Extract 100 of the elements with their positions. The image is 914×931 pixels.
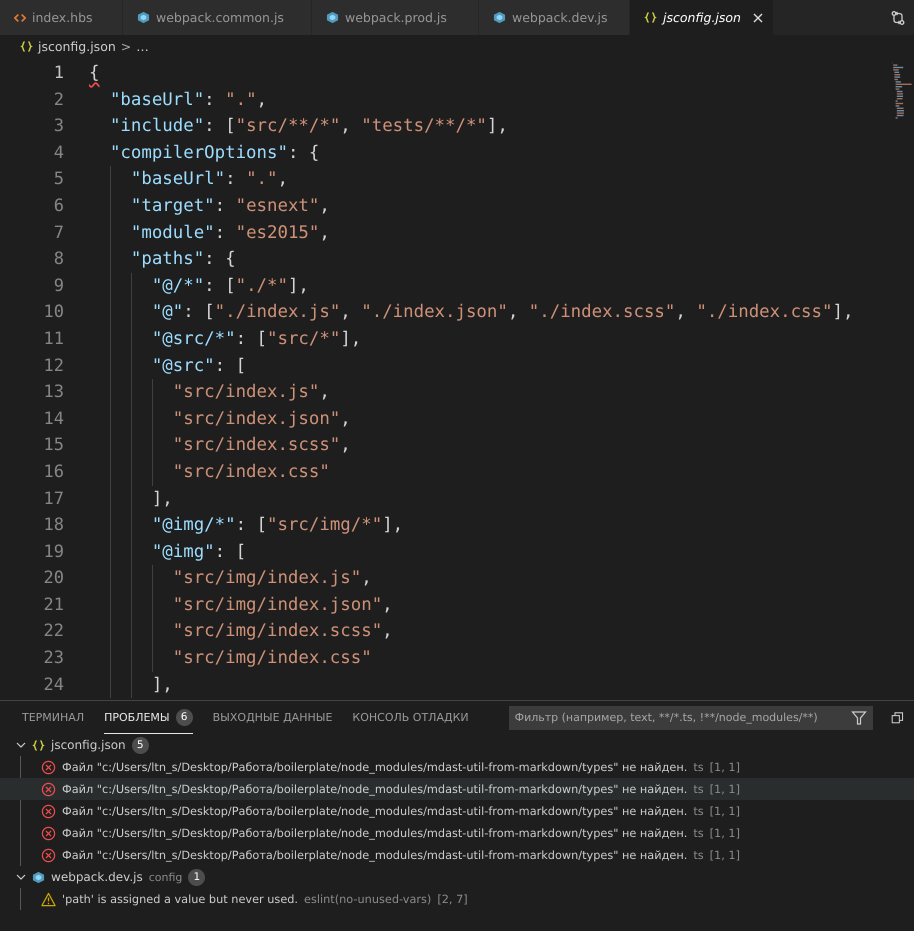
code-line: "src/index.scss", (172, 435, 351, 456)
code-line: "src/img/index.scss", (172, 621, 393, 642)
panel-tab[interactable]: ТЕРМИНАЛ (22, 701, 84, 734)
problem-row[interactable]: Файл "c:/Users/ltn_s/Desktop/Работа/boilerplate/node_modules/mdast-util-from-markdown/types" не найден. ts [1, 1] (21, 756, 914, 778)
line-number: 8 (52, 248, 64, 272)
line-number: 6 (52, 194, 64, 218)
code-line: "@": ["./index.js", "./index.json", "./index.scss", "./index.css"], (150, 302, 854, 322)
line-number: 14 (42, 408, 64, 431)
editor-tab[interactable]: jsconfig.json (630, 0, 774, 35)
code-line: "src/index.js", (172, 382, 330, 402)
editor-tab[interactable]: webpack.dev.js (479, 0, 630, 35)
line-number: 19 (42, 540, 64, 564)
problem-location: [1, 1] (710, 760, 740, 774)
line-number: 22 (42, 620, 64, 644)
line-number: 5 (52, 168, 64, 192)
line-number: 4 (52, 142, 64, 165)
cube-icon (493, 11, 506, 24)
code-line: "src/img/index.json", (172, 594, 393, 615)
problem-location: [1, 1] (710, 782, 740, 796)
problem-message: Файл "c:/Users/ltn_s/Desktop/Работа/boilerplate/node_modules/mdast-util-from-markdown/types" не найден. (62, 826, 688, 840)
problem-row[interactable]: Файл "c:/Users/ltn_s/Desktop/Работа/boilerplate/node_modules/mdast-util-from-markdown/types" не найден. ts [1, 1] (0, 778, 914, 800)
problem-location: [1, 1] (710, 826, 740, 840)
problem-message: Файл "c:/Users/ltn_s/Desktop/Работа/boilerplate/node_modules/mdast-util-from-markdown/types" не найден. (62, 804, 688, 818)
cube-icon (32, 870, 45, 884)
code-line: ], (150, 674, 173, 695)
code-line: { (89, 63, 100, 83)
error-icon (41, 782, 56, 796)
line-number: 9 (52, 274, 64, 298)
file-name[interactable]: webpack.dev.js (51, 870, 143, 884)
line-number: 10 (42, 301, 64, 324)
cube-icon (326, 11, 339, 24)
line-number: 24 (42, 674, 64, 697)
code-line: ], (150, 488, 173, 508)
editor-tab[interactable]: index.hbs (0, 0, 123, 35)
problem-location: [2, 7] (437, 892, 468, 906)
panel-tab[interactable]: ПРОБЛЕМЫ 6 (104, 701, 193, 734)
problem-source: eslint(no-unused-vars) (304, 892, 432, 906)
problem-location: [1, 1] (710, 804, 740, 818)
line-number: 11 (42, 328, 64, 351)
code-line: "baseUrl": ".", (108, 90, 268, 110)
line-number: 13 (42, 381, 64, 404)
breadcrumb-item[interactable]: jsconfig.json (38, 39, 116, 54)
line-number: 20 (42, 567, 64, 590)
problem-count: 1 (188, 868, 206, 886)
code-line: "src/index.css" (172, 462, 330, 482)
editor-tab[interactable]: webpack.common.js (123, 0, 312, 35)
code-line: "src/img/index.js", (172, 568, 372, 588)
line-number: 1 (52, 62, 64, 85)
code-brackets-icon (14, 12, 26, 24)
filter-icon[interactable] (851, 710, 868, 726)
breadcrumb-item[interactable]: … (136, 39, 149, 54)
code-line: "target": "esnext", (130, 196, 330, 216)
line-number: 21 (42, 594, 64, 617)
code-line: "baseUrl": ".", (130, 169, 288, 190)
chevron-icon[interactable] (16, 740, 26, 750)
chevron-icon[interactable] (16, 872, 26, 882)
breadcrumb-separator: > (120, 39, 132, 54)
code-line: "@/*": ["./*"], (150, 276, 309, 296)
code-line: "src/index.json", (172, 408, 351, 429)
file-name[interactable]: jsconfig.json (51, 738, 126, 752)
error-icon (41, 804, 56, 818)
cube-icon (137, 11, 150, 24)
line-number: 7 (52, 222, 64, 245)
line-number: 12 (42, 354, 64, 378)
error-icon (41, 826, 56, 840)
line-number: 2 (52, 88, 64, 112)
code-line: "@img/*": ["src/img/*"], (150, 515, 404, 536)
braces-icon (644, 11, 657, 24)
code-line: "include": ["src/**/*", "tests/**/*"], (108, 116, 508, 136)
line-number: 16 (42, 460, 64, 484)
code-line: "paths": { (130, 249, 236, 270)
problem-source: ts (693, 826, 704, 840)
braces-icon (20, 40, 33, 53)
problem-row[interactable]: Файл "c:/Users/ltn_s/Desktop/Работа/boilerplate/node_modules/mdast-util-from-markdown/types" не найден. ts [1, 1] (21, 800, 914, 822)
code-line: "src/img/index.css" (172, 648, 372, 668)
code-line: "@src/*": ["src/*"], (150, 328, 362, 349)
problem-message: 'path' is assigned a value but never used. (62, 892, 298, 906)
compare-changes-icon[interactable] (890, 10, 906, 26)
problem-row[interactable]: 'path' is assigned a value but never used. eslint(no-unused-vars) [2, 7] (21, 888, 914, 910)
code-line: "@src": [ (150, 356, 246, 376)
problem-message: Файл "c:/Users/ltn_s/Desktop/Работа/boilerplate/node_modules/mdast-util-from-markdown/types" не найден. (62, 760, 688, 774)
filter-field[interactable]: Фильтр (например, text, **/*.ts, !**/node_modules/**) (508, 706, 874, 730)
file-description: config (148, 870, 182, 884)
line-number: 23 (42, 647, 64, 670)
problem-source: ts (693, 804, 704, 818)
line-number: 18 (42, 514, 64, 538)
panel-tab[interactable]: КОНСОЛЬ ОТЛАДКИ (352, 701, 469, 734)
editor-tab[interactable]: webpack.prod.js (312, 0, 479, 35)
problem-row[interactable]: Файл "c:/Users/ltn_s/Desktop/Работа/boilerplate/node_modules/mdast-util-from-markdown/types" не найден. ts [1, 1] (21, 844, 914, 866)
problem-source: ts (693, 760, 704, 774)
close-icon[interactable] (752, 12, 763, 22)
problem-location: [1, 1] (710, 848, 740, 862)
line-number: 17 (42, 488, 64, 510)
line-number: 15 (42, 434, 64, 458)
error-icon (41, 848, 56, 862)
problem-source: ts (693, 848, 704, 862)
panel-tab[interactable]: ВЫХОДНЫЕ ДАННЫЕ (212, 701, 332, 734)
restore-icon[interactable] (891, 710, 904, 724)
problem-row[interactable]: Файл "c:/Users/ltn_s/Desktop/Работа/boilerplate/node_modules/mdast-util-from-markdown/types" не найден. ts [1, 1] (21, 822, 914, 844)
problem-source: ts (693, 782, 704, 796)
